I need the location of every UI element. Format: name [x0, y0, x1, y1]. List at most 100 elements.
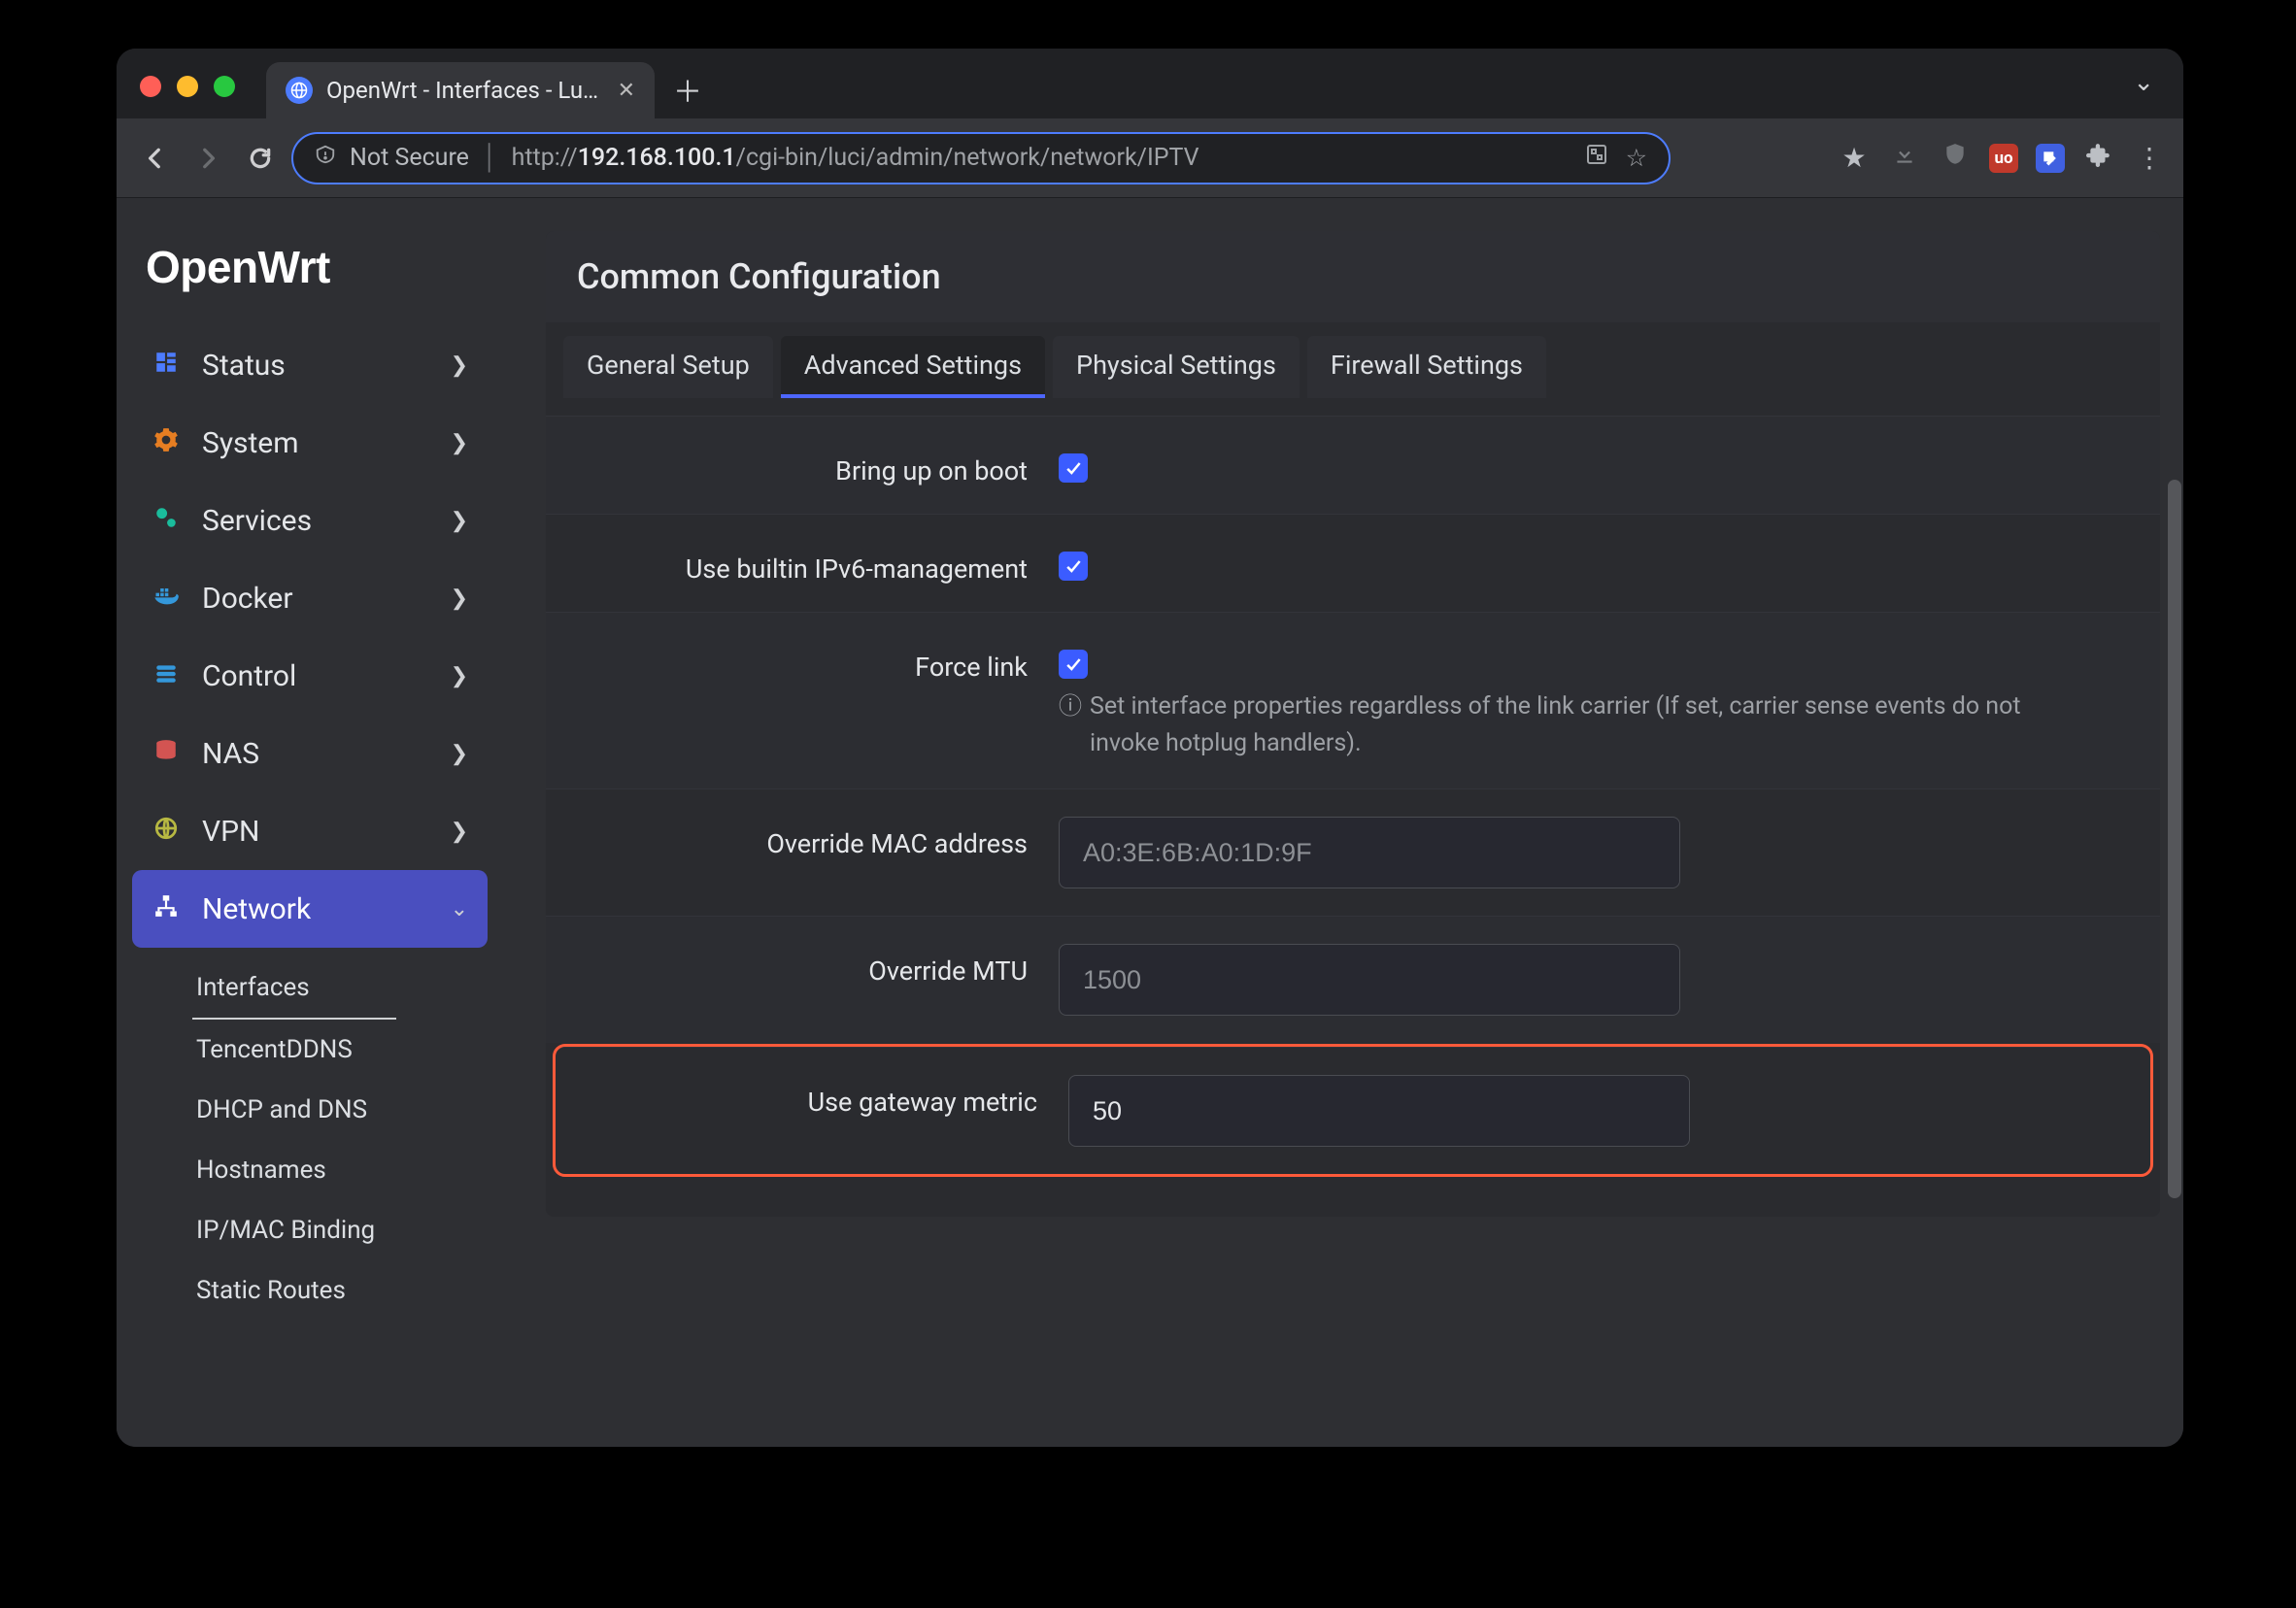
chevron-down-icon: ⌄	[451, 897, 468, 921]
forward-button[interactable]	[186, 137, 229, 180]
sidebar-item-label: Network	[202, 892, 311, 926]
back-button[interactable]	[134, 137, 177, 180]
ipv6-checkbox[interactable]	[1059, 552, 1088, 581]
field-label: Bring up on boot	[573, 444, 1059, 486]
sidebar-item-status[interactable]: Status ❯	[132, 326, 488, 404]
bookmark-icon[interactable]: ★	[1838, 142, 1871, 174]
download-icon[interactable]	[1888, 142, 1921, 174]
menu-icon[interactable]: ⋮	[2133, 142, 2166, 174]
browser-tab[interactable]: OpenWrt - Interfaces - LuCI ✕	[266, 62, 655, 118]
row-override-mtu: Override MTU	[546, 916, 2160, 1043]
not-secure-icon	[315, 144, 336, 172]
field-label: Force link	[573, 640, 1059, 683]
ublock-icon[interactable]: uo	[1989, 144, 2018, 173]
security-label: Not Secure	[350, 144, 469, 172]
force-link-checkbox[interactable]	[1059, 650, 1088, 679]
row-ipv6-management: Use builtin IPv6-management	[546, 514, 2160, 612]
address-bar[interactable]: Not Secure │ http://192.168.100.1/cgi-bi…	[291, 132, 1671, 184]
sidebar-subitem-static-routes[interactable]: Static Routes	[192, 1260, 488, 1321]
field-label: Override MTU	[573, 944, 1059, 987]
chevron-right-icon: ❯	[451, 586, 468, 611]
globe-icon	[152, 816, 181, 848]
tab-firewall-settings[interactable]: Firewall Settings	[1307, 336, 1546, 398]
tab-title: OpenWrt - Interfaces - LuCI	[326, 77, 604, 104]
translate-icon[interactable]	[1585, 143, 1608, 173]
gears-icon	[152, 505, 181, 537]
extension-icon[interactable]	[2036, 144, 2065, 173]
tabs-overflow-button[interactable]: ⌄	[2133, 68, 2154, 97]
sidebar-subitem-hostnames[interactable]: Hostnames	[192, 1140, 488, 1200]
field-hint: ⓘ Set interface properties regardless of…	[1059, 688, 2088, 761]
window-controls	[140, 76, 235, 97]
sidebar-submenu: Interfaces TencentDDNS DHCP and DNS Host…	[132, 948, 488, 1321]
sidebar-item-nas[interactable]: NAS ❯	[132, 715, 488, 792]
url-text: http://192.168.100.1/cgi-bin/luci/admin/…	[512, 144, 1199, 172]
sidebar-item-label: VPN	[202, 815, 259, 849]
logo: OpenWrt	[132, 235, 488, 326]
sidebar-item-control[interactable]: Control ❯	[132, 637, 488, 715]
sidebar-subitem-dhcp-dns[interactable]: DHCP and DNS	[192, 1080, 488, 1140]
chevron-right-icon: ❯	[451, 431, 468, 455]
chevron-right-icon: ❯	[451, 664, 468, 688]
sidebar-item-label: Control	[202, 659, 296, 693]
row-override-mac: Override MAC address	[546, 788, 2160, 916]
config-panel: Common Configuration General Setup Advan…	[546, 231, 2160, 1217]
sidebar-item-services[interactable]: Services ❯	[132, 482, 488, 559]
gear-icon	[152, 427, 181, 459]
status-icon	[152, 350, 181, 382]
tab-physical-settings[interactable]: Physical Settings	[1053, 336, 1300, 398]
bookmark-star-icon[interactable]: ☆	[1626, 144, 1647, 173]
sidebar-item-label: Docker	[202, 582, 293, 616]
close-tab-button[interactable]: ✕	[618, 79, 635, 103]
sidebar-subitem-ipmac[interactable]: IP/MAC Binding	[192, 1200, 488, 1260]
close-window-button[interactable]	[140, 76, 161, 97]
sidebar-item-vpn[interactable]: VPN ❯	[132, 792, 488, 870]
new-tab-button[interactable]: ＋	[666, 68, 709, 111]
field-label: Override MAC address	[573, 817, 1059, 859]
tabstrip: OpenWrt - Interfaces - LuCI ✕ ＋ ⌄	[117, 49, 2183, 118]
tab-general-setup[interactable]: General Setup	[563, 336, 773, 398]
reload-button[interactable]	[239, 137, 282, 180]
tab-favicon	[286, 77, 313, 104]
sidebar-item-label: Status	[202, 349, 286, 383]
chevron-right-icon: ❯	[451, 353, 468, 378]
extensions-icon[interactable]	[2082, 142, 2115, 174]
row-force-link: Force link ⓘ Set interface properties re…	[546, 612, 2160, 788]
sidebar-subitem-tencentddns[interactable]: TencentDDNS	[192, 1020, 488, 1080]
panel-tabs: General Setup Advanced Settings Physical…	[546, 322, 2160, 398]
content-area: Common Configuration General Setup Advan…	[503, 198, 2183, 1447]
field-label: Use gateway metric	[583, 1075, 1068, 1118]
panel-title: Common Configuration	[546, 231, 2160, 322]
database-icon	[152, 738, 181, 770]
minimize-window-button[interactable]	[177, 76, 198, 97]
sidebar-item-network[interactable]: Network ⌄	[132, 870, 488, 948]
sidebar-subitem-interfaces[interactable]: Interfaces	[192, 957, 396, 1020]
sidebar-item-label: NAS	[202, 737, 259, 771]
tab-advanced-settings[interactable]: Advanced Settings	[781, 336, 1045, 398]
control-icon	[152, 660, 181, 692]
sidebar-item-label: Services	[202, 504, 312, 538]
browser-window: OpenWrt - Interfaces - LuCI ✕ ＋ ⌄ Not Se…	[117, 49, 2183, 1447]
sidebar-item-docker[interactable]: Docker ❯	[132, 559, 488, 637]
settings-form: Bring up on boot Use builtin IPv6-manage…	[546, 398, 2160, 1217]
info-icon: ⓘ	[1059, 688, 1082, 761]
docker-icon	[152, 582, 181, 616]
separator: │	[483, 144, 498, 172]
chevron-right-icon: ❯	[451, 742, 468, 766]
mac-input[interactable]	[1059, 817, 1680, 888]
network-icon	[152, 893, 181, 925]
row-bring-up-on-boot: Bring up on boot	[546, 416, 2160, 514]
bring-up-checkbox[interactable]	[1059, 453, 1088, 483]
field-label: Use builtin IPv6-management	[573, 542, 1059, 585]
chevron-right-icon: ❯	[451, 509, 468, 533]
gateway-metric-input[interactable]	[1068, 1075, 1690, 1147]
toolbar-actions: ★ uo ⋮	[1838, 142, 2166, 174]
mtu-input[interactable]	[1059, 944, 1680, 1016]
maximize-window-button[interactable]	[214, 76, 235, 97]
content-scrollbar[interactable]	[2168, 480, 2181, 1198]
row-gateway-metric: Use gateway metric	[556, 1047, 2150, 1174]
chevron-right-icon: ❯	[451, 820, 468, 844]
shield-icon[interactable]	[1939, 142, 1972, 174]
toolbar: Not Secure │ http://192.168.100.1/cgi-bi…	[117, 118, 2183, 198]
sidebar-item-system[interactable]: System ❯	[132, 404, 488, 482]
